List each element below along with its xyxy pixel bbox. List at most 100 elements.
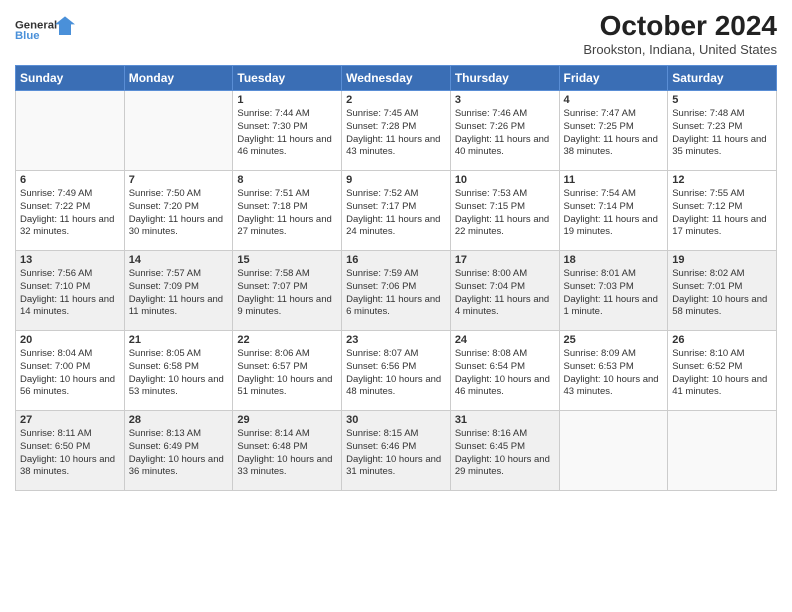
- col-sunday: Sunday: [16, 66, 125, 91]
- day-info: Sunrise: 7:52 AMSunset: 7:17 PMDaylight:…: [346, 188, 446, 239]
- day-info: Sunrise: 8:01 AMSunset: 7:03 PMDaylight:…: [564, 268, 664, 319]
- calendar-cell: 17Sunrise: 8:00 AMSunset: 7:04 PMDayligh…: [450, 251, 559, 331]
- col-thursday: Thursday: [450, 66, 559, 91]
- day-number: 19: [672, 254, 772, 266]
- day-number: 1: [237, 94, 337, 106]
- day-info: Sunrise: 8:09 AMSunset: 6:53 PMDaylight:…: [564, 348, 664, 399]
- calendar-cell: 24 Sunrise: 8:08 AMSunset: 6:54 PMDayligh…: [450, 331, 559, 411]
- day-number: 31: [455, 414, 555, 426]
- calendar-cell: 6 Sunrise: 7:49 AMSunset: 7:22 PMDaylight…: [16, 171, 125, 251]
- day-number: 29: [237, 414, 337, 426]
- day-number: 27: [20, 414, 120, 426]
- day-info: Sunrise: 7:51 AMSunset: 7:18 PMDaylight:…: [237, 188, 337, 239]
- day-info: Sunrise: 7:58 AMSunset: 7:07 PMDaylight:…: [237, 268, 337, 319]
- calendar-cell: 9 Sunrise: 7:52 AMSunset: 7:17 PMDaylight…: [342, 171, 451, 251]
- day-info: Sunrise: 7:50 AMSunset: 7:20 PMDaylight:…: [129, 188, 229, 239]
- day-number: 15: [237, 254, 337, 266]
- day-number: 20: [20, 334, 120, 346]
- calendar-cell: 27Sunrise: 8:11 AMSunset: 6:50 PMDayligh…: [16, 411, 125, 491]
- calendar-table: Sunday Monday Tuesday Wednesday Thursday…: [15, 65, 777, 491]
- calendar-cell: 25 Sunrise: 8:09 AMSunset: 6:53 PMDayligh…: [559, 331, 668, 411]
- day-number: 7: [129, 174, 229, 186]
- day-info: Sunrise: 7:48 AMSunset: 7:23 PMDaylight:…: [672, 108, 772, 159]
- day-number: 24: [455, 334, 555, 346]
- day-info: Sunrise: 8:08 AMSunset: 6:54 PMDaylight:…: [455, 348, 555, 399]
- day-number: 25: [564, 334, 664, 346]
- calendar-cell: 29 Sunrise: 8:14 AMSunset: 6:48 PMDayligh…: [233, 411, 342, 491]
- day-info: Sunrise: 8:14 AMSunset: 6:48 PMDaylight:…: [237, 428, 337, 479]
- header: General Blue October 2024 Brookston, Ind…: [15, 10, 777, 57]
- day-info: Sunrise: 8:06 AMSunset: 6:57 PMDaylight:…: [237, 348, 337, 399]
- day-number: 9: [346, 174, 446, 186]
- day-number: 8: [237, 174, 337, 186]
- calendar-cell: 14 Sunrise: 7:57 AMSunset: 7:09 PMDayligh…: [124, 251, 233, 331]
- calendar-cell: 3 Sunrise: 7:46 AMSunset: 7:26 PMDaylight…: [450, 91, 559, 171]
- day-info: Sunrise: 7:54 AMSunset: 7:14 PMDaylight:…: [564, 188, 664, 239]
- col-wednesday: Wednesday: [342, 66, 451, 91]
- calendar-cell: 10 Sunrise: 7:53 AMSunset: 7:15 PMDayligh…: [450, 171, 559, 251]
- calendar-cell: 16 Sunrise: 7:59 AMSunset: 7:06 PMDayligh…: [342, 251, 451, 331]
- calendar-header-row: Sunday Monday Tuesday Wednesday Thursday…: [16, 66, 777, 91]
- day-number: 14: [129, 254, 229, 266]
- calendar-cell: 21Sunrise: 8:05 AMSunset: 6:58 PMDayligh…: [124, 331, 233, 411]
- day-info: Sunrise: 8:07 AMSunset: 6:56 PMDaylight:…: [346, 348, 446, 399]
- calendar-cell: 15 Sunrise: 7:58 AMSunset: 7:07 PMDayligh…: [233, 251, 342, 331]
- page: General Blue October 2024 Brookston, Ind…: [0, 0, 792, 612]
- day-info: Sunrise: 7:46 AMSunset: 7:26 PMDaylight:…: [455, 108, 555, 159]
- day-info: Sunrise: 7:55 AMSunset: 7:12 PMDaylight:…: [672, 188, 772, 239]
- day-info: Sunrise: 7:44 AMSunset: 7:30 PMDaylight:…: [237, 108, 337, 159]
- day-number: 26: [672, 334, 772, 346]
- svg-text:Blue: Blue: [15, 30, 40, 42]
- calendar-cell: 20 Sunrise: 8:04 AMSunset: 7:00 PMDayligh…: [16, 331, 125, 411]
- day-number: 6: [20, 174, 120, 186]
- calendar-week-row: 20 Sunrise: 8:04 AMSunset: 7:00 PMDayligh…: [16, 331, 777, 411]
- title-area: October 2024 Brookston, Indiana, United …: [583, 10, 777, 57]
- col-tuesday: Tuesday: [233, 66, 342, 91]
- day-info: Sunrise: 7:56 AMSunset: 7:10 PMDaylight:…: [20, 268, 120, 319]
- day-info: Sunrise: 7:59 AMSunset: 7:06 PMDaylight:…: [346, 268, 446, 319]
- col-monday: Monday: [124, 66, 233, 91]
- day-number: 18: [564, 254, 664, 266]
- day-number: 16: [346, 254, 446, 266]
- calendar-cell: [668, 411, 777, 491]
- day-number: 3: [455, 94, 555, 106]
- calendar-cell: 30Sunrise: 8:15 AMSunset: 6:46 PMDayligh…: [342, 411, 451, 491]
- day-info: Sunrise: 8:00 AMSunset: 7:04 PMDaylight:…: [455, 268, 555, 319]
- day-info: Sunrise: 8:15 AMSunset: 6:46 PMDaylight:…: [346, 428, 446, 479]
- page-subtitle: Brookston, Indiana, United States: [583, 42, 777, 57]
- calendar-cell: [124, 91, 233, 171]
- day-number: 10: [455, 174, 555, 186]
- calendar-cell: 13Sunrise: 7:56 AMSunset: 7:10 PMDayligh…: [16, 251, 125, 331]
- calendar-cell: 31 Sunrise: 8:16 AMSunset: 6:45 PMDayligh…: [450, 411, 559, 491]
- calendar-cell: [16, 91, 125, 171]
- calendar-week-row: 1 Sunrise: 7:44 AMSunset: 7:30 PMDaylight…: [16, 91, 777, 171]
- day-number: 4: [564, 94, 664, 106]
- calendar-cell: 19 Sunrise: 8:02 AMSunset: 7:01 PMDayligh…: [668, 251, 777, 331]
- day-info: Sunrise: 7:53 AMSunset: 7:15 PMDaylight:…: [455, 188, 555, 239]
- day-number: 5: [672, 94, 772, 106]
- logo-svg: General Blue: [15, 10, 75, 48]
- calendar-cell: 8 Sunrise: 7:51 AMSunset: 7:18 PMDaylight…: [233, 171, 342, 251]
- day-info: Sunrise: 7:45 AMSunset: 7:28 PMDaylight:…: [346, 108, 446, 159]
- day-info: Sunrise: 7:49 AMSunset: 7:22 PMDaylight:…: [20, 188, 120, 239]
- day-info: Sunrise: 8:16 AMSunset: 6:45 PMDaylight:…: [455, 428, 555, 479]
- day-info: Sunrise: 7:47 AMSunset: 7:25 PMDaylight:…: [564, 108, 664, 159]
- calendar-body: 1 Sunrise: 7:44 AMSunset: 7:30 PMDaylight…: [16, 91, 777, 491]
- day-number: 11: [564, 174, 664, 186]
- day-info: Sunrise: 8:10 AMSunset: 6:52 PMDaylight:…: [672, 348, 772, 399]
- day-info: Sunrise: 8:05 AMSunset: 6:58 PMDaylight:…: [129, 348, 229, 399]
- day-info: Sunrise: 7:57 AMSunset: 7:09 PMDaylight:…: [129, 268, 229, 319]
- day-number: 12: [672, 174, 772, 186]
- calendar-cell: 18 Sunrise: 8:01 AMSunset: 7:03 PMDayligh…: [559, 251, 668, 331]
- day-info: Sunrise: 8:02 AMSunset: 7:01 PMDaylight:…: [672, 268, 772, 319]
- logo: General Blue: [15, 10, 75, 48]
- calendar-cell: 11 Sunrise: 7:54 AMSunset: 7:14 PMDayligh…: [559, 171, 668, 251]
- calendar-cell: 2Sunrise: 7:45 AMSunset: 7:28 PMDaylight…: [342, 91, 451, 171]
- calendar-cell: 1 Sunrise: 7:44 AMSunset: 7:30 PMDaylight…: [233, 91, 342, 171]
- day-number: 22: [237, 334, 337, 346]
- calendar-cell: 26 Sunrise: 8:10 AMSunset: 6:52 PMDayligh…: [668, 331, 777, 411]
- calendar-cell: 23Sunrise: 8:07 AMSunset: 6:56 PMDayligh…: [342, 331, 451, 411]
- calendar-week-row: 27Sunrise: 8:11 AMSunset: 6:50 PMDayligh…: [16, 411, 777, 491]
- calendar-cell: 12 Sunrise: 7:55 AMSunset: 7:12 PMDayligh…: [668, 171, 777, 251]
- day-info: Sunrise: 8:04 AMSunset: 7:00 PMDaylight:…: [20, 348, 120, 399]
